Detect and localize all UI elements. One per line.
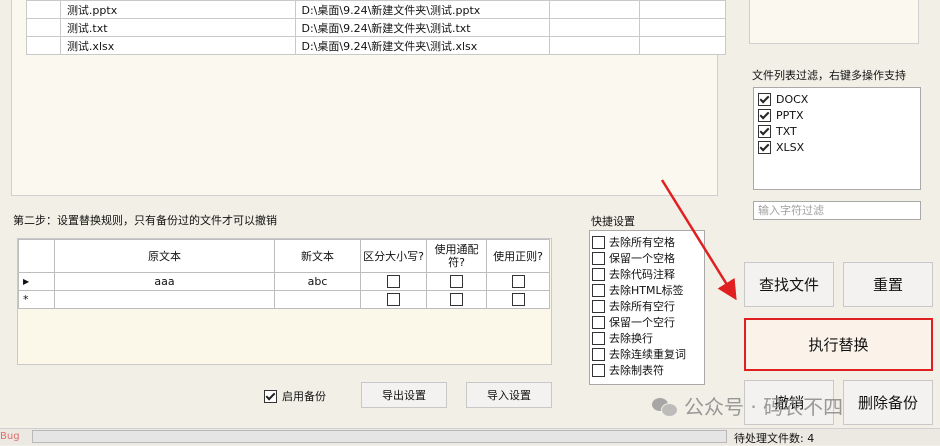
quick-item[interactable]: 去除换行 <box>590 330 704 346</box>
checked-checkbox[interactable] <box>264 389 277 403</box>
file-path: D:\桌面\9.24\新建文件夹\测试.txt <box>294 18 551 37</box>
file-name: 测试.pptx <box>59 0 296 19</box>
quick-item[interactable]: 保留一个空格 <box>590 250 704 266</box>
preview-box <box>749 0 919 44</box>
quick-item[interactable]: 去除制表符 <box>590 362 704 378</box>
filter-item-pptx[interactable]: PPTX <box>758 107 916 123</box>
quick-item[interactable]: 保留一个空行 <box>590 314 704 330</box>
quick-item[interactable]: 去除HTML标签 <box>590 282 704 298</box>
filter-title: 文件列表过滤，右键多操作支持 <box>752 69 906 82</box>
table-row[interactable]: ▶ aaa abc <box>18 272 550 291</box>
col-original-text[interactable]: 原文本 <box>54 239 275 273</box>
export-settings-button[interactable]: 导出设置 <box>361 382 447 408</box>
case-checkbox[interactable] <box>387 293 400 307</box>
row-marker: ▶ <box>18 272 55 291</box>
new-text-cell[interactable] <box>274 290 361 309</box>
checkbox[interactable] <box>592 347 605 361</box>
regex-checkbox[interactable] <box>511 293 525 307</box>
filter-input[interactable] <box>753 201 921 220</box>
original-text-cell[interactable] <box>54 290 275 309</box>
execute-replace-button[interactable]: 执行替换 <box>744 318 933 371</box>
quick-settings-list: 去除所有空格 保留一个空格 去除代码注释 去除HTML标签 去除所有空行 保留一… <box>589 230 705 385</box>
checkbox[interactable] <box>592 283 605 297</box>
col-wildcard[interactable]: 使用通配符? <box>426 239 487 273</box>
regex-checkbox[interactable] <box>511 275 525 289</box>
import-settings-button[interactable]: 导入设置 <box>466 382 552 408</box>
checkbox[interactable] <box>592 315 605 329</box>
file-table: 测试.pptx D:\桌面\9.24\新建文件夹\测试.pptx 测试.txt … <box>26 0 726 55</box>
progress-bar <box>32 430 727 443</box>
status-bug-label: Bug <box>0 431 20 442</box>
checked-checkbox[interactable] <box>758 92 771 106</box>
row-marker: * <box>18 290 55 309</box>
wildcard-checkbox[interactable] <box>450 275 463 289</box>
step2-label: 第二步：设置替换规则，只有备份过的文件才可以撤销 <box>13 214 277 227</box>
filter-item-docx[interactable]: DOCX <box>758 91 916 107</box>
file-path: D:\桌面\9.24\新建文件夹\测试.xlsx <box>294 36 551 55</box>
table-row[interactable]: 测试.pptx D:\桌面\9.24\新建文件夹\测试.pptx <box>26 0 726 19</box>
file-name: 测试.txt <box>59 18 296 37</box>
quick-settings-title: 快捷设置 <box>591 215 635 228</box>
table-row[interactable]: * <box>18 290 550 309</box>
table-row[interactable]: 测试.txt D:\桌面\9.24\新建文件夹\测试.txt <box>26 18 726 37</box>
quick-item[interactable]: 去除所有空格 <box>590 234 704 250</box>
checkbox[interactable] <box>592 363 605 377</box>
checked-checkbox[interactable] <box>758 108 771 122</box>
checkbox[interactable] <box>592 331 605 345</box>
new-text-cell[interactable]: abc <box>274 272 361 291</box>
delete-backup-button[interactable]: 删除备份 <box>843 380 933 425</box>
checkbox[interactable] <box>592 235 605 249</box>
quick-item[interactable]: 去除所有空行 <box>590 298 704 314</box>
file-list-panel: 测试.pptx D:\桌面\9.24\新建文件夹\测试.pptx 测试.txt … <box>11 0 726 196</box>
col-new-text[interactable]: 新文本 <box>274 239 361 273</box>
pending-count: 待处理文件数: 4 <box>734 432 815 445</box>
enable-backup[interactable]: 启用备份 <box>264 388 326 404</box>
col-regex[interactable]: 使用正则? <box>486 239 550 273</box>
filter-list: DOCX PPTX TXT XLSX <box>753 87 921 190</box>
checked-checkbox[interactable] <box>758 124 771 138</box>
filter-item-xlsx[interactable]: XLSX <box>758 139 916 155</box>
watermark: 公众号 · 码农不四 <box>652 391 843 420</box>
col-case-sensitive[interactable]: 区分大小写? <box>360 239 427 273</box>
filter-item-txt[interactable]: TXT <box>758 123 916 139</box>
file-path: D:\桌面\9.24\新建文件夹\测试.pptx <box>294 0 551 19</box>
reset-button[interactable]: 重置 <box>843 262 933 307</box>
wildcard-checkbox[interactable] <box>450 293 463 307</box>
file-name: 测试.xlsx <box>59 36 296 55</box>
case-checkbox[interactable] <box>387 275 400 289</box>
checkbox[interactable] <box>592 299 605 313</box>
rules-grid: 原文本 新文本 区分大小写? 使用通配符? 使用正则? ▶ aaa abc * <box>17 238 552 365</box>
checked-checkbox[interactable] <box>758 140 771 154</box>
checkbox[interactable] <box>592 267 605 281</box>
table-row[interactable]: 测试.xlsx D:\桌面\9.24\新建文件夹\测试.xlsx <box>26 36 726 55</box>
original-text-cell[interactable]: aaa <box>54 272 275 291</box>
find-files-button[interactable]: 查找文件 <box>744 262 834 307</box>
quick-item[interactable]: 去除代码注释 <box>590 266 704 282</box>
checkbox[interactable] <box>592 251 605 265</box>
quick-item[interactable]: 去除连续重复词 <box>590 346 704 362</box>
wechat-icon <box>652 396 678 417</box>
